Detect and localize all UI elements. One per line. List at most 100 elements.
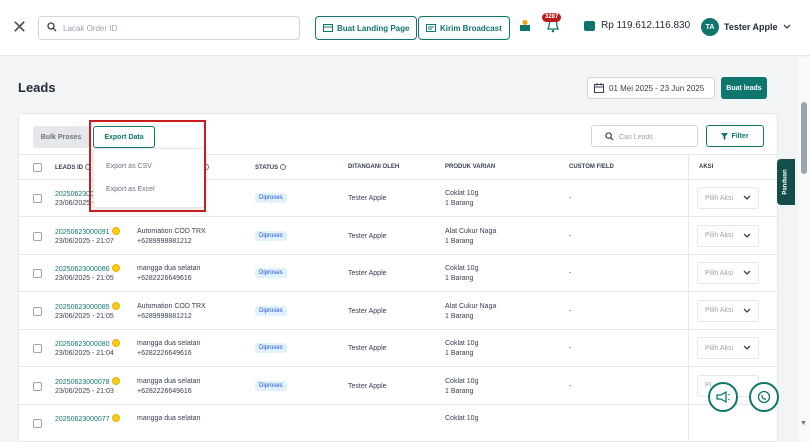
customer-name: Automation COD TRX xyxy=(137,302,206,310)
whatsapp-status-icon xyxy=(111,376,120,385)
custom-field-value: - xyxy=(569,307,572,315)
table-row[interactable]: 20250623000085 23/06/2025 - 21:05 Automati… xyxy=(19,293,777,330)
filter-button[interactable]: Filter xyxy=(706,125,764,147)
create-landing-page-label: Buat Landing Page xyxy=(337,23,410,33)
product-qty: 1 Barang xyxy=(445,237,474,245)
chevron-down-icon xyxy=(743,270,751,275)
table-row[interactable]: 20250623000078 23/06/2025 - 21:03 mangga d… xyxy=(19,368,777,405)
customer-phone: +6289998881212 xyxy=(137,237,192,245)
chevron-down-icon xyxy=(743,345,751,350)
export-excel-item[interactable]: Export as Excel xyxy=(106,186,155,193)
custom-field-value: - xyxy=(569,345,572,352)
lead-id-text[interactable]: 20250623000078 xyxy=(55,379,110,386)
lead-id-text[interactable]: 20250623000077 xyxy=(55,416,110,423)
lead-id-text[interactable]: 2025062300 xyxy=(55,191,94,198)
handled-by: Tester Apple xyxy=(348,345,387,352)
customer-name: mangga dua selatan xyxy=(137,415,201,422)
handled-by: Tester Apple xyxy=(348,307,387,315)
customer-name: mangga dua selatan xyxy=(137,265,201,272)
action-select[interactable]: Pilih Aksi xyxy=(697,337,759,359)
export-menu: Export as CSV Export as Excel xyxy=(93,148,205,208)
info-icon xyxy=(280,164,287,170)
leads-search-box[interactable] xyxy=(591,125,698,147)
lead-time: 23/06/2025 - 21:03 xyxy=(55,387,114,395)
export-csv-item[interactable]: Export as CSV xyxy=(106,163,152,170)
row-checkbox[interactable] xyxy=(33,231,42,241)
order-search-box[interactable] xyxy=(38,16,300,40)
action-select[interactable]: Pilih Aksi xyxy=(697,224,759,247)
product-qty: 1 Barang xyxy=(445,312,474,320)
info-icon xyxy=(85,164,92,170)
create-leads-button[interactable]: Buat leads xyxy=(721,77,767,99)
customer-name: Automation COD TRX xyxy=(137,227,206,235)
filter-icon xyxy=(721,132,729,140)
status-badge: Diproses xyxy=(255,343,287,353)
order-search-input[interactable] xyxy=(63,20,293,36)
scrollbar[interactable]: ▼ xyxy=(798,58,810,442)
table-row[interactable]: 20250623000086 23/06/2025 - 21:05 mangga d… xyxy=(19,256,777,292)
custom-field-value: - xyxy=(569,270,572,277)
th-leads-id: LEADS ID xyxy=(55,164,92,171)
row-checkbox[interactable] xyxy=(33,344,42,353)
guide-tab[interactable]: Panduan xyxy=(777,159,795,205)
whatsapp-status-icon xyxy=(111,301,120,310)
select-all-checkbox[interactable] xyxy=(33,163,42,172)
th-handled-by: DITANGANI OLEH xyxy=(348,164,400,170)
handled-by: Tester Apple xyxy=(348,195,387,202)
top-bar: ✕ Buat Landing Page Kirim Broadcast 3287… xyxy=(0,0,810,56)
close-icon[interactable]: ✕ xyxy=(12,18,27,36)
th-leads-id-label: LEADS ID xyxy=(55,165,84,171)
lead-time: 23/06/2025 - 21:07 xyxy=(55,237,114,245)
handled-by: Tester Apple xyxy=(348,382,387,390)
row-checkbox[interactable] xyxy=(33,419,42,428)
announcement-button[interactable] xyxy=(708,382,738,412)
action-column-divider xyxy=(688,154,689,441)
product-variant: Coklat 10g xyxy=(445,190,479,197)
lead-id-text[interactable]: 20250623000080 xyxy=(55,341,110,348)
custom-field-value: - xyxy=(569,195,572,202)
chevron-down-icon[interactable] xyxy=(783,24,791,30)
row-checkbox[interactable] xyxy=(33,381,42,391)
date-range-picker[interactable]: 01 Mei 2025 - 23 Jun 2025 xyxy=(587,77,715,99)
customer-phone: +6282226649616 xyxy=(137,387,192,395)
whatsapp-button[interactable] xyxy=(749,382,779,412)
product-qty: 1 Barang xyxy=(445,200,474,207)
search-icon xyxy=(605,132,614,141)
row-checkbox[interactable] xyxy=(33,269,42,278)
scroll-thumb[interactable] xyxy=(801,102,807,174)
table-row[interactable]: 20250623000077 mangga dua selatan Coklat 1… xyxy=(19,406,777,441)
action-select[interactable]: Pilih Aksi xyxy=(697,262,759,284)
bulk-process-button[interactable]: Bulk Proses xyxy=(33,126,89,148)
username[interactable]: Tester Apple xyxy=(724,22,778,32)
whatsapp-icon xyxy=(757,390,771,404)
table-row[interactable]: 20250623000080 23/06/2025 - 21:04 mangga d… xyxy=(19,331,777,367)
lead-id-text[interactable]: 20250623000091 xyxy=(55,229,110,236)
action-select[interactable]: Pilih Aksi xyxy=(697,187,759,209)
action-select[interactable]: Pilih Aksi xyxy=(697,299,759,322)
send-broadcast-button[interactable]: Kirim Broadcast xyxy=(418,16,510,40)
search-icon xyxy=(47,22,57,32)
lead-id-link[interactable]: 20250623000077 xyxy=(55,414,120,425)
status-badge: Diproses xyxy=(255,268,287,278)
lead-id-text[interactable]: 20250623000086 xyxy=(55,266,110,273)
product-variant: Coklat 10g xyxy=(445,415,479,422)
table-row[interactable]: 20250623000091 23/06/2025 - 21:07 Automati… xyxy=(19,218,777,255)
create-landing-page-button[interactable]: Buat Landing Page xyxy=(315,16,418,40)
export-data-button[interactable]: Export Data xyxy=(93,126,155,148)
leads-search-input[interactable] xyxy=(619,129,695,145)
customer-phone: +6282226649616 xyxy=(137,275,192,282)
row-checkbox[interactable] xyxy=(33,306,42,316)
row-checkbox[interactable] xyxy=(33,194,42,203)
product-variant: Coklat 10g xyxy=(445,377,479,385)
lead-id-text[interactable]: 20250623000085 xyxy=(55,304,110,311)
send-broadcast-label: Kirim Broadcast xyxy=(440,23,502,33)
handled-by: Tester Apple xyxy=(348,270,387,277)
avatar[interactable]: TA xyxy=(701,18,719,36)
page-title: Leads xyxy=(18,80,56,95)
whatsapp-status-icon xyxy=(111,339,120,347)
action-select-label: Pilih Aksi xyxy=(705,344,734,352)
product-variant: Coklat 10g xyxy=(445,265,479,272)
th-status: STATUS xyxy=(255,164,287,171)
shipping-icon[interactable] xyxy=(518,19,532,33)
scroll-down-arrow-icon[interactable]: ▼ xyxy=(800,420,807,427)
